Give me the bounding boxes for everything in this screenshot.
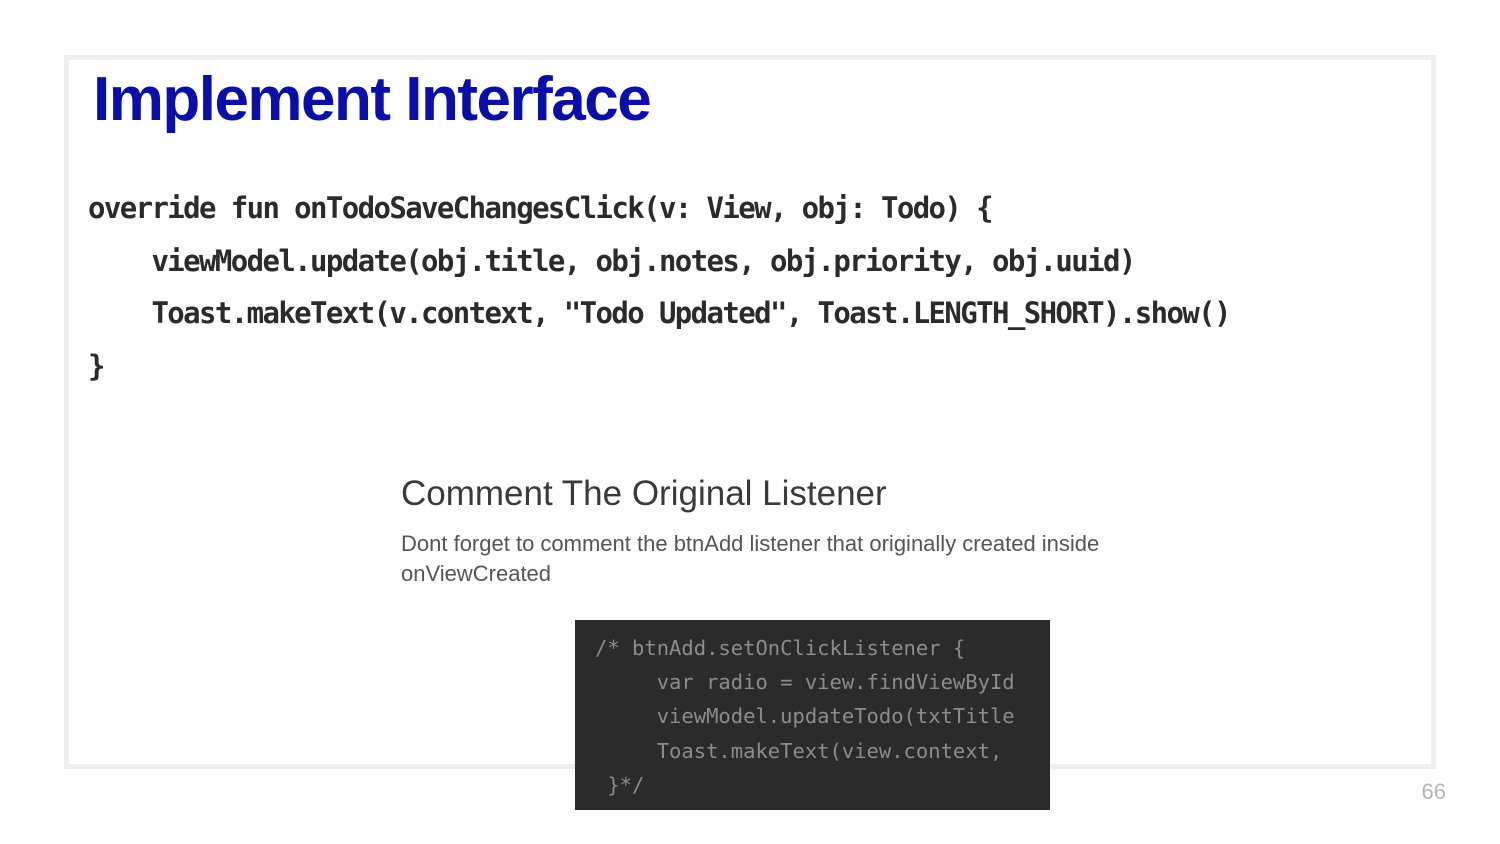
code-line: Toast.makeText(v.context, "Todo Updated"… [88, 296, 1231, 330]
page-number: 66 [1421, 779, 1446, 804]
code-block: override fun onTodoSaveChangesClick(v: V… [88, 182, 1231, 392]
slide-title: Implement Interface [93, 65, 652, 134]
slide: Implement Interface override fun onTodoS… [0, 0, 1500, 844]
code-line: viewModel.update(obj.title, obj.notes, o… [88, 243, 1136, 278]
code-line: override fun onTodoSaveChangesClick(v: V… [88, 191, 994, 225]
snippet-line: viewModel.updateTodo(txtTitle [595, 704, 1015, 729]
snippet-text: /* btnAdd.setOnClickListener { var radio… [595, 631, 1015, 802]
snippet-line: /* btnAdd.setOnClickListener { [595, 636, 966, 660]
section-description: Dont forget to comment the btnAdd listen… [401, 531, 1100, 586]
snippet-line: }*/ [595, 772, 645, 797]
section-heading: Comment The Original Listener [401, 474, 887, 513]
code-line: } [88, 348, 105, 383]
snippet-line: var radio = view.findViewById [595, 670, 1015, 695]
commented-code-snippet: /* btnAdd.setOnClickListener { var radio… [575, 620, 1050, 810]
snippet-line: Toast.makeText(view.context, [595, 738, 1015, 763]
